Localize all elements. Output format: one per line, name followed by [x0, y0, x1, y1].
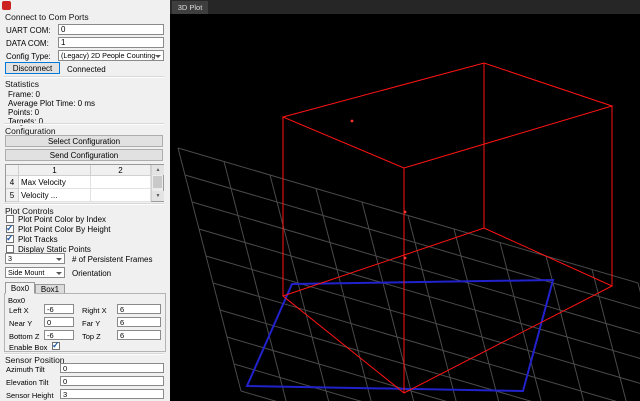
stat-avg-plot-time: Average Plot Time: 0 ms	[8, 99, 95, 108]
divider	[4, 76, 164, 78]
checkbox-label: Plot Point Color By Height	[18, 225, 111, 234]
azimuth-tilt-input[interactable]	[60, 363, 164, 373]
far-y-input[interactable]	[117, 317, 161, 327]
persistent-frames-label: # of Persistent Frames	[72, 255, 153, 264]
left-x-input[interactable]	[44, 304, 74, 314]
chevron-down-icon	[56, 271, 62, 275]
data-com-input[interactable]	[58, 37, 164, 48]
disconnect-button[interactable]: Disconnect	[5, 62, 60, 74]
config-type-select[interactable]: (Legacy) 2D People Counting	[58, 50, 164, 61]
far-y-label: Far Y	[82, 319, 101, 328]
uart-com-label: UART COM:	[6, 26, 51, 35]
checkbox-display-static-points[interactable]	[6, 245, 14, 253]
divider	[4, 123, 164, 125]
statistics-section-title: Statistics	[5, 79, 40, 89]
select-configuration-button[interactable]: Select Configuration	[5, 135, 163, 147]
checkbox-plot-tracks[interactable]	[6, 233, 14, 244]
tab-box0[interactable]: Box0	[5, 282, 35, 294]
uart-com-input[interactable]	[58, 24, 164, 35]
checkbox-label: Plot Point Color by Index	[18, 215, 107, 224]
top-z-label: Top Z	[82, 332, 101, 341]
enable-box-checkbox[interactable]	[52, 340, 60, 351]
right-x-input[interactable]	[117, 304, 161, 314]
table-cell[interactable]: Max Velocity	[19, 176, 91, 189]
data-com-label: DATA COM:	[6, 39, 49, 48]
persistent-frames-value: 3	[8, 254, 12, 263]
table-cell[interactable]: Velocity ...	[19, 189, 91, 202]
sensor-position-section-title: Sensor Position	[5, 355, 65, 365]
top-z-input[interactable]	[117, 330, 161, 340]
divider	[4, 203, 164, 205]
sensor-height-input[interactable]	[60, 389, 164, 399]
right-x-label: Right X	[82, 306, 107, 315]
stat-points: Points: 0	[8, 108, 40, 117]
table-row-header: 4	[6, 176, 19, 189]
checkbox-label: Plot Tracks	[18, 235, 58, 244]
configuration-table[interactable]: 1 2 4 Max Velocity 5 Velocity ... ▲ ▼	[5, 164, 164, 202]
bottom-z-input[interactable]	[44, 330, 74, 340]
bottom-z-label: Bottom Z	[9, 332, 40, 341]
elevation-tilt-label: Elevation Tilt	[6, 378, 49, 387]
azimuth-tilt-label: Azimuth Tilt	[6, 365, 45, 374]
plot-background	[170, 14, 640, 401]
left-x-label: Left X	[9, 306, 29, 315]
table-corner-header	[6, 165, 19, 176]
chevron-down-icon	[56, 257, 62, 261]
near-y-input[interactable]	[44, 317, 74, 327]
connect-section-title: Connect to Com Ports	[5, 12, 89, 22]
checkbox-plot-color-index[interactable]	[6, 215, 14, 223]
scroll-up-icon[interactable]: ▲	[152, 165, 164, 175]
chevron-down-icon	[155, 54, 161, 58]
orientation-select[interactable]: Side Mount	[5, 267, 65, 278]
scrollbar-thumb[interactable]	[153, 176, 162, 188]
orientation-value: Side Mount	[8, 268, 45, 277]
checkbox-plot-color-height[interactable]	[6, 223, 14, 234]
send-configuration-button[interactable]: Send Configuration	[5, 149, 163, 161]
connection-status: Connected	[67, 65, 106, 74]
box-name-label: Box0	[8, 296, 26, 305]
table-col-header-1: 1	[19, 165, 91, 176]
tab-3d-plot[interactable]: 3D Plot	[172, 1, 208, 14]
plot-tab-bar	[170, 0, 640, 14]
table-cell[interactable]	[91, 176, 151, 189]
config-type-label: Config Type:	[6, 52, 51, 61]
elevation-tilt-input[interactable]	[60, 376, 164, 386]
table-row-header: 5	[6, 189, 19, 202]
orientation-label: Orientation	[72, 269, 112, 278]
sensor-height-label: Sensor Height	[6, 391, 54, 400]
table-scrollbar[interactable]: ▲ ▼	[151, 165, 164, 201]
near-y-label: Near Y	[9, 319, 33, 328]
plot-3d-canvas[interactable]	[170, 14, 640, 401]
table-col-header-2: 2	[91, 165, 151, 176]
scroll-down-icon[interactable]: ▼	[152, 191, 164, 201]
table-cell[interactable]	[91, 189, 151, 202]
stat-frame: Frame: 0	[8, 90, 41, 99]
enable-box-label: Enable Box	[9, 343, 48, 352]
control-panel: Connect to Com Ports UART COM: DATA COM:…	[0, 0, 170, 401]
config-type-value: (Legacy) 2D People Counting	[61, 51, 156, 60]
persistent-frames-select[interactable]: 3	[5, 253, 65, 264]
app-icon	[2, 1, 11, 10]
